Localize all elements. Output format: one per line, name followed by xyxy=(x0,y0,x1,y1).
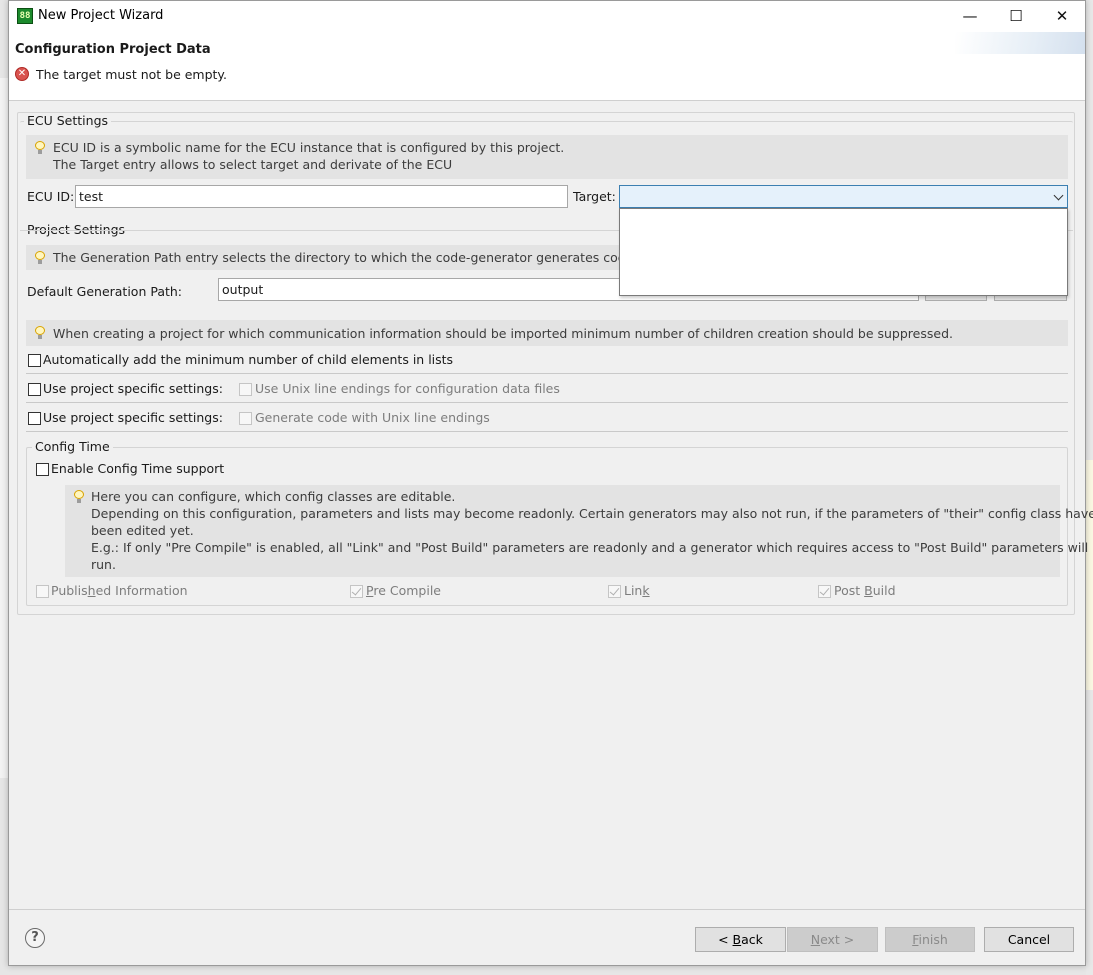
pre-compile-label: Pre Compile xyxy=(366,583,441,598)
unix-line-endings-config-label: Use Unix line endings for configuration … xyxy=(255,381,560,396)
wizard-window: 88 New Project Wizard — ☐ ✕ Configuratio… xyxy=(8,0,1093,966)
help-icon[interactable]: ? xyxy=(25,928,45,948)
min-children-info: When creating a project for which commun… xyxy=(53,326,953,341)
lightbulb-icon xyxy=(35,141,45,154)
project-specific-label-1: Use project specific settings: xyxy=(43,381,223,396)
background-ide-right-panel xyxy=(1086,460,1093,690)
config-time-info-box: Here you can configure, which config cla… xyxy=(65,485,1093,577)
ecu-info-box: ECU ID is a symbolic name for the ECU in… xyxy=(26,135,1068,179)
background-ide-left xyxy=(0,78,8,778)
target-dropdown-list[interactable] xyxy=(619,208,1068,296)
post-build-checkbox[interactable] xyxy=(818,585,831,598)
finish-button[interactable]: Finish xyxy=(885,927,975,952)
config-time-info-line2: Depending on this configuration, paramet… xyxy=(91,506,1093,521)
minimize-button[interactable]: — xyxy=(947,1,993,32)
published-information-checkbox[interactable] xyxy=(36,585,49,598)
generation-path-info: The Generation Path entry selects the di… xyxy=(53,250,634,265)
min-children-info-box: When creating a project for which commun… xyxy=(26,320,1068,346)
link-label: Link xyxy=(624,583,650,598)
pre-compile-checkbox[interactable] xyxy=(350,585,363,598)
ecu-id-input[interactable]: test xyxy=(75,185,568,208)
ecu-id-label: ECU ID: xyxy=(27,189,75,204)
error-icon: ✕ xyxy=(15,67,29,81)
chevron-down-icon[interactable] xyxy=(1053,190,1064,201)
ecu-info-line1: ECU ID is a symbolic name for the ECU in… xyxy=(53,140,565,155)
config-time-info-line1: Here you can configure, which config cla… xyxy=(91,489,456,504)
unix-line-endings-config-checkbox[interactable] xyxy=(239,383,252,396)
enable-config-time-checkbox[interactable] xyxy=(36,463,49,476)
title-bar: 88 New Project Wizard — ☐ ✕ xyxy=(9,1,1085,32)
auto-add-checkbox[interactable] xyxy=(28,354,41,367)
project-specific-label-2: Use project specific settings: xyxy=(43,410,223,425)
config-time-info-line3: been edited yet. xyxy=(91,523,194,538)
lightbulb-icon xyxy=(35,251,45,264)
wizard-header: Configuration Project Data ✕ The target … xyxy=(9,32,1085,101)
target-combo[interactable] xyxy=(619,185,1068,208)
ecu-info-line2: The Target entry allows to select target… xyxy=(53,157,453,172)
lightbulb-icon xyxy=(74,490,84,503)
enable-config-time-label: Enable Config Time support xyxy=(51,461,225,476)
page-title: Configuration Project Data xyxy=(15,42,211,57)
footer-divider xyxy=(9,909,1085,910)
project-specific-checkbox-2[interactable] xyxy=(28,412,41,425)
config-time-label: Config Time xyxy=(32,439,113,454)
lightbulb-icon xyxy=(35,326,45,339)
target-label: Target: xyxy=(573,189,616,204)
config-time-info-line4: E.g.: If only "Pre Compile" is enabled, … xyxy=(91,540,1093,555)
ecu-settings-label: ECU Settings xyxy=(24,113,112,128)
header-decoration xyxy=(955,32,1085,54)
divider xyxy=(26,373,1068,374)
published-information-label: Published Information xyxy=(51,583,188,598)
post-build-label: Post Build xyxy=(834,583,896,598)
link-checkbox[interactable] xyxy=(608,585,621,598)
error-message: The target must not be empty. xyxy=(36,67,228,82)
project-specific-checkbox-1[interactable] xyxy=(28,383,41,396)
divider xyxy=(26,402,1068,403)
maximize-button[interactable]: ☐ xyxy=(993,1,1039,32)
next-button[interactable]: Next > xyxy=(787,927,878,952)
config-time-info-line5: run. xyxy=(91,557,116,572)
cancel-button[interactable]: Cancel xyxy=(984,927,1074,952)
auto-add-label: Automatically add the minimum number of … xyxy=(43,352,454,367)
unix-line-endings-code-label: Generate code with Unix line endings xyxy=(255,410,490,425)
back-button[interactable]: < Back xyxy=(695,927,786,952)
window-title: New Project Wizard xyxy=(38,8,164,23)
app-icon: 88 xyxy=(17,8,33,24)
unix-line-endings-code-checkbox[interactable] xyxy=(239,412,252,425)
divider xyxy=(26,431,1068,432)
close-button[interactable]: ✕ xyxy=(1039,1,1085,32)
generation-path-label: Default Generation Path: xyxy=(27,284,183,299)
